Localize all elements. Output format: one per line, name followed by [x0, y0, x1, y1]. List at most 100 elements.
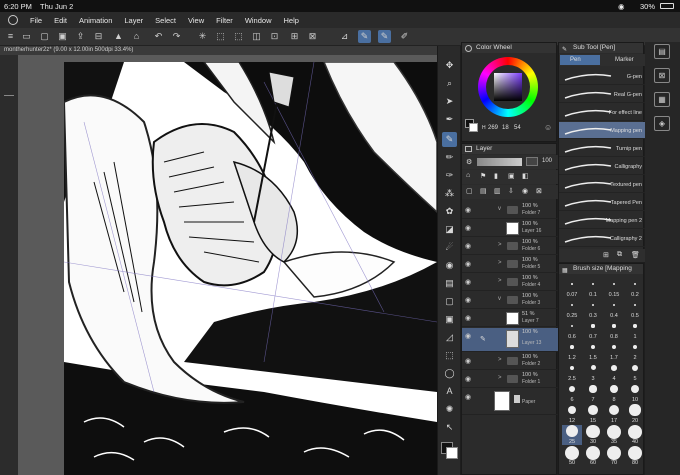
folder-expand-icon[interactable]: v	[498, 296, 501, 302]
brush-size-option[interactable]: 4	[604, 362, 624, 382]
pencil-active-icon[interactable]: ✎	[378, 30, 391, 43]
brush-size-option[interactable]: 60	[583, 446, 603, 466]
merge-down-icon[interactable]: ⇩	[508, 187, 514, 195]
navigator-icon[interactable]: ⊠	[654, 68, 670, 83]
layer-row[interactable]: ◉ > 100 % Folder 1	[462, 371, 558, 388]
visibility-eye-icon[interactable]: ◉	[465, 332, 471, 340]
loading-icon[interactable]: ✳	[196, 30, 209, 43]
pen-tool-icon[interactable]: ✎	[442, 132, 457, 147]
brush-size-option[interactable]: 1.7	[604, 341, 624, 361]
save-icon[interactable]: ▣	[56, 30, 69, 43]
opacity-slider[interactable]	[526, 157, 538, 166]
delete-subtool-icon[interactable]: 🗑	[631, 251, 640, 259]
brush-size-option[interactable]: 0.15	[604, 278, 624, 298]
undo-icon[interactable]: ↶	[152, 30, 165, 43]
selection-tool-icon[interactable]: ⬚	[442, 348, 457, 363]
frame-tool-icon[interactable]: ▣	[442, 312, 457, 327]
move-tool-icon[interactable]: ✥	[442, 58, 457, 73]
folder-expand-icon[interactable]: >	[498, 278, 502, 284]
tab-marker[interactable]: Marker	[603, 55, 643, 65]
saturation-value-square[interactable]	[494, 73, 522, 101]
menu-view[interactable]: View	[188, 16, 204, 25]
pencil-tool-icon[interactable]: ✏	[442, 150, 457, 165]
gradient-tool-icon[interactable]: ▤	[442, 276, 457, 291]
brush-size-option[interactable]: 12	[562, 404, 582, 424]
figure-tool-icon[interactable]: ▢	[442, 294, 457, 309]
layer-row[interactable]: ◉ Paper	[462, 389, 558, 415]
brush-size-option[interactable]: 5	[625, 362, 645, 382]
eraser-tool-icon[interactable]: ◪	[442, 222, 457, 237]
folder-expand-icon[interactable]: >	[498, 260, 502, 266]
menu-window[interactable]: Window	[245, 16, 272, 25]
visibility-eye-icon[interactable]: ◉	[465, 278, 471, 286]
ruler-tool-icon[interactable]: ◿	[442, 330, 457, 345]
brush-size-option[interactable]: 0.3	[583, 299, 603, 319]
new-vector-layer-icon[interactable]: ▤	[480, 187, 487, 195]
color-settings-icon[interactable]: ☺	[544, 123, 552, 132]
export-icon[interactable]: ⇪	[74, 30, 87, 43]
menu-filter[interactable]: Filter	[216, 16, 233, 25]
brush-size-option[interactable]: 25	[562, 425, 582, 445]
layer-mask-icon[interactable]: ◉	[522, 187, 528, 195]
decoration-tool-icon[interactable]: ✿	[442, 204, 457, 219]
brush-size-option[interactable]: 0.25	[562, 299, 582, 319]
brush-size-option[interactable]: 30	[583, 425, 603, 445]
brush-size-option[interactable]: 8	[604, 383, 624, 403]
lock-alpha-icon[interactable]: ▣	[508, 172, 515, 180]
brush-size-option[interactable]: 15	[583, 404, 603, 424]
visibility-eye-icon[interactable]: ◉	[465, 242, 471, 250]
brush-size-option[interactable]: 50	[562, 446, 582, 466]
folder-expand-icon[interactable]: v	[498, 206, 501, 212]
correct-line-tool-icon[interactable]: ↖	[442, 420, 457, 435]
pen-active-icon[interactable]: ✎	[358, 30, 371, 43]
scale-icon[interactable]: ⊠	[306, 30, 319, 43]
material-icon[interactable]: ▦	[654, 92, 670, 107]
brush-size-option[interactable]: 2	[625, 341, 645, 361]
brush-size-option[interactable]: 0.8	[604, 320, 624, 340]
brush-size-option[interactable]: 1.2	[562, 341, 582, 361]
mask-icon[interactable]: ◧	[522, 172, 529, 180]
select-all-icon[interactable]: ⬚	[214, 30, 227, 43]
menu-file[interactable]: File	[30, 16, 42, 25]
blend-mode-select[interactable]	[477, 158, 522, 166]
redo-icon[interactable]: ↷	[170, 30, 183, 43]
folder-expand-icon[interactable]: >	[498, 242, 502, 248]
visibility-eye-icon[interactable]: ◉	[465, 206, 471, 214]
brush-size-option[interactable]: 0.2	[625, 278, 645, 298]
brush-size-option[interactable]: 7	[583, 383, 603, 403]
ref-layer-icon[interactable]: ⚑	[480, 172, 486, 180]
brush-size-option[interactable]: 0.6	[562, 320, 582, 340]
clear-icon[interactable]: ⌂	[130, 30, 143, 43]
add-subtool-icon[interactable]: ⊞	[603, 251, 609, 259]
layer-row[interactable]: ◉ > 100 % Folder 2	[462, 353, 558, 370]
brush-size-option[interactable]: 0.5	[625, 299, 645, 319]
operation-tool-icon[interactable]: ➤	[442, 94, 457, 109]
copy-subtool-icon[interactable]: ⧉	[617, 251, 622, 259]
visibility-eye-icon[interactable]: ◉	[465, 393, 471, 401]
ruler-icon[interactable]: ⊿	[338, 30, 351, 43]
eyedropper-tool-icon[interactable]: ✒	[442, 112, 457, 127]
transform-icon[interactable]: ⊞	[288, 30, 301, 43]
brush-size-option[interactable]: 0.1	[583, 278, 603, 298]
cw-sub-color[interactable]	[469, 123, 478, 132]
brush-size-option[interactable]: 17	[604, 404, 624, 424]
menu-layer[interactable]: Layer	[124, 16, 143, 25]
brush-size-option[interactable]: 0.7	[583, 320, 603, 340]
new-raster-layer-icon[interactable]: ▢	[466, 187, 473, 195]
dock-panel-icon[interactable]: ▤	[654, 44, 670, 59]
brush-size-option[interactable]: 1	[625, 320, 645, 340]
brush-size-option[interactable]: 35	[604, 425, 624, 445]
layer-row[interactable]: ◉ v 100 % Folder 3	[462, 292, 558, 309]
menu-help[interactable]: Help	[284, 16, 299, 25]
fill-icon[interactable]: ▲	[112, 30, 125, 43]
menu-hamburger-icon[interactable]: ≡	[4, 30, 17, 43]
blend-tool-icon[interactable]: ☄	[442, 240, 457, 255]
visibility-eye-icon[interactable]: ◉	[465, 314, 471, 322]
layer-row[interactable]: ◉ 100 % Layer 16	[462, 220, 558, 237]
delete-layer-icon[interactable]: ⊠	[536, 187, 542, 195]
eraser-icon[interactable]: ✐	[398, 30, 411, 43]
new-file-icon[interactable]: ▭	[20, 30, 33, 43]
folder-expand-icon[interactable]: >	[498, 357, 502, 363]
layer-property-icon[interactable]: ⚙	[466, 158, 472, 166]
visibility-eye-icon[interactable]: ◉	[465, 375, 471, 383]
